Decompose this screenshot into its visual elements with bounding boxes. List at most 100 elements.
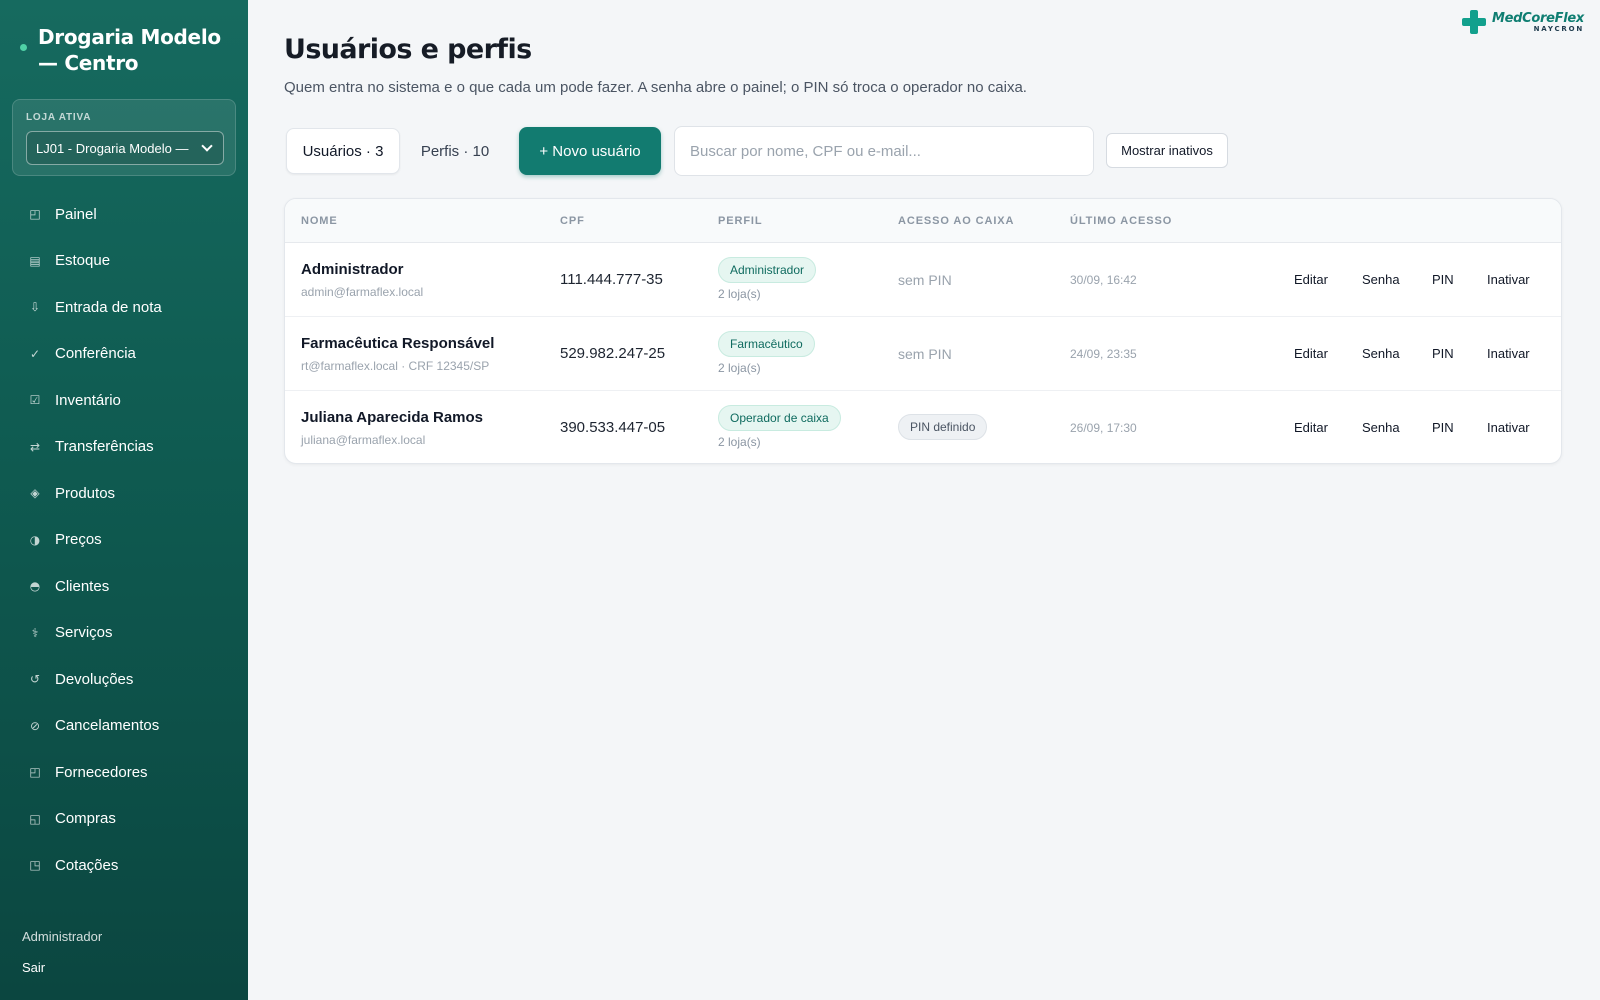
user-stores: 2 loja(s) [718,435,761,449]
sidebar-item-label: Clientes [55,577,110,595]
tab-users[interactable]: Usuários · 3 [286,128,400,174]
sidebar-item-devolucoes[interactable]: ↺ Devoluções [0,656,248,703]
store-name: Drogaria Modelo — Centro [38,25,221,75]
profile-badge: Administrador [718,257,817,283]
sidebar-item-label: Produtos [55,484,116,502]
table-header: NOME CPF PERFIL ACESSO AO CAIXA ÚLTIMO A… [285,199,1561,243]
active-store-box: LOJA ATIVA LJ01 - Drogaria Modelo — [12,99,236,176]
last-access: 30/09, 16:42 [1070,273,1137,287]
user-email: juliana@farmaflex.local [301,433,426,447]
last-access: 24/09, 23:35 [1070,347,1137,361]
dashboard-icon: ◰ [29,207,41,222]
new-user-button[interactable]: + Novo usuário [519,127,661,175]
sidebar: Drogaria Modelo — Centro LOJA ATIVA LJ01… [0,0,248,1000]
sidebar-item-label: Fornecedores [55,763,148,781]
sidebar-item-precos[interactable]: ◑ Preços [0,517,248,564]
pin-status-badge: PIN definido [898,414,988,440]
sidebar-item-label: Devoluções [55,670,134,688]
supplier-icon: ◰ [29,765,41,780]
password-button[interactable]: Senha [1362,420,1400,435]
password-button[interactable]: Senha [1362,272,1400,287]
sidebar-item-cancelamentos[interactable]: ⊘ Cancelamentos [0,703,248,750]
sidebar-item-estoque[interactable]: ▤ Estoque [0,238,248,285]
table-row: Farmacêutica Responsável rt@farmaflex.lo… [285,317,1561,391]
sidebar-item-label: Transferências [55,438,154,456]
user-stores: 2 loja(s) [718,361,761,375]
deactivate-button[interactable]: Inativar [1487,272,1530,287]
sidebar-item-label: Entrada de nota [55,298,162,316]
profile-badge: Operador de caixa [718,405,841,431]
store-brand: Drogaria Modelo — Centro [20,24,240,76]
sidebar-item-compras[interactable]: ◱ Compras [0,796,248,843]
transfer-icon: ⇄ [29,439,41,454]
sidebar-item-label: Cancelamentos [55,717,160,735]
user-email: admin@farmaflex.local [301,285,424,299]
active-store-label: LOJA ATIVA [26,112,92,123]
edit-button[interactable]: Editar [1294,346,1328,361]
sidebar-nav: ◰ Painel ▤ Estoque ⇩ Entrada de nota ✓ Confe… [0,191,248,889]
user-cpf: 111.444.777-35 [560,271,663,288]
edit-button[interactable]: Editar [1294,272,1328,287]
user-stores: 2 loja(s) [718,287,761,301]
sidebar-item-clientes[interactable]: ◓ Clientes [0,563,248,610]
user-cpf: 529.982.247-25 [560,345,666,362]
download-icon: ⇩ [29,300,41,315]
logout-link[interactable]: Sair [22,960,45,975]
sidebar-item-label: Estoque [55,252,111,270]
sidebar-item-transferencias[interactable]: ⇄ Transferências [0,424,248,471]
sidebar-item-conferencia[interactable]: ✓ Conferência [0,331,248,378]
sidebar-item-painel[interactable]: ◰ Painel [0,191,248,238]
user-name: Farmacêutica Responsável [301,335,495,352]
sidebar-item-fornecedores[interactable]: ◰ Fornecedores [0,749,248,796]
product-icon: ◈ [30,486,40,501]
tab-profiles[interactable]: Perfis · 10 [404,128,506,174]
profile-badge: Farmacêutico [718,331,815,357]
toolbar: Usuários · 3 Perfis · 10 + Novo usuário … [284,126,1484,176]
brand-logo: MedCoreFlex NAYCRON [1462,10,1584,34]
column-header-cpf: CPF [560,215,585,227]
deactivate-button[interactable]: Inativar [1487,420,1530,435]
table-row: Administrador admin@farmaflex.local 111.… [285,243,1561,317]
users-table: NOME CPF PERFIL ACESSO AO CAIXA ÚLTIMO A… [284,198,1562,464]
active-store-select[interactable]: LJ01 - Drogaria Modelo — [26,131,224,165]
sidebar-item-cotacoes[interactable]: ◳ Cotações [0,842,248,889]
sidebar-item-produtos[interactable]: ◈ Produtos [0,470,248,517]
column-header-last-access: ÚLTIMO ACESSO [1070,215,1173,227]
customers-icon: ◓ [29,579,41,594]
sidebar-item-label: Inventário [55,391,121,409]
current-user-name: Administrador [22,929,103,944]
sidebar-item-inventario[interactable]: ☑ Inventário [0,377,248,424]
show-inactive-button[interactable]: Mostrar inativos [1106,133,1228,168]
page-subtitle: Quem entra no sistema e o que cada um po… [284,79,1027,96]
user-cpf: 390.533.447-05 [560,419,666,436]
medical-cross-icon [1462,10,1486,34]
stock-icon: ▤ [29,253,41,268]
current-user: Administrador [22,928,102,946]
edit-button[interactable]: Editar [1294,420,1328,435]
user-name: Administrador [301,261,404,278]
table-row: Juliana Aparecida Ramos juliana@farmafle… [285,391,1561,463]
column-header-cash-access: ACESSO AO CAIXA [898,215,1015,227]
checkbox-icon: ☑ [29,393,41,408]
logo-main-text: MedCoreFlex [1492,11,1584,26]
sidebar-item-label: Painel [55,205,97,223]
search-input[interactable] [674,126,1094,176]
deactivate-button[interactable]: Inativar [1487,346,1530,361]
sidebar-item-servicos[interactable]: ⚕ Serviços [0,610,248,657]
sidebar-item-label: Serviços [55,624,113,642]
pin-button[interactable]: PIN [1432,420,1454,435]
cancel-icon: ⊘ [29,718,41,733]
sidebar-item-label: Cotações [55,856,119,874]
status-dot-icon [20,44,27,51]
sidebar-item-entrada-de-nota[interactable]: ⇩ Entrada de nota [0,284,248,331]
purchase-icon: ◱ [29,811,41,826]
cash-access-status: sem PIN [898,272,952,288]
check-icon: ✓ [29,346,41,361]
pin-button[interactable]: PIN [1432,346,1454,361]
price-icon: ◑ [29,532,41,547]
sidebar-item-label: Compras [55,810,116,828]
password-button[interactable]: Senha [1362,346,1400,361]
pin-button[interactable]: PIN [1432,272,1454,287]
user-name: Juliana Aparecida Ramos [301,409,484,426]
chevron-down-icon [201,140,213,152]
